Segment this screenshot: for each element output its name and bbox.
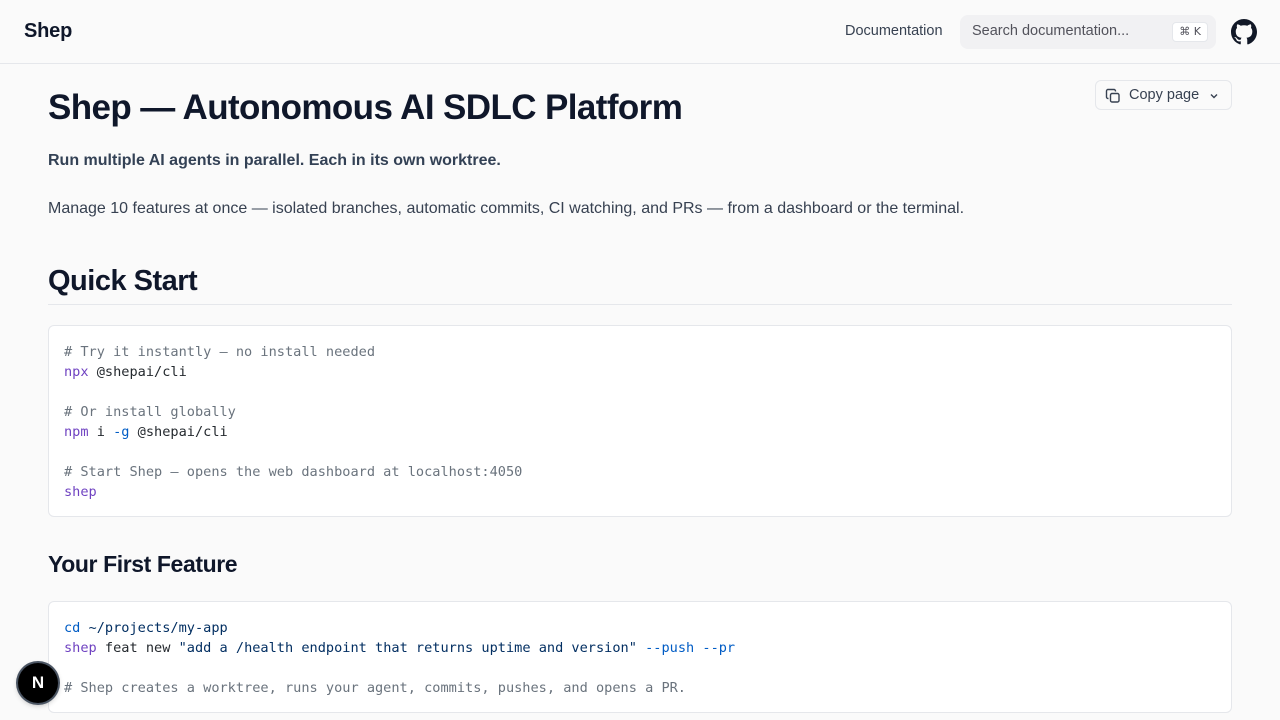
- nav-link-documentation[interactable]: Documentation: [845, 23, 943, 39]
- code-arg: @shepai/cli: [129, 424, 228, 440]
- code-line: cd ~/projects/my-app: [64, 618, 1216, 638]
- code-line: # Or install globally: [64, 402, 1216, 422]
- nextjs-badge-label: N: [31, 673, 45, 692]
- quick-start-heading: Quick Start: [48, 265, 198, 297]
- code-line: npm i -g @shepai/cli: [64, 422, 1216, 442]
- top-header: Shep Documentation Search documentation.…: [0, 0, 1280, 64]
- code-line: shep: [64, 482, 1216, 502]
- github-icon[interactable]: [1231, 19, 1257, 45]
- code-string: "add a /health endpoint that returns upt…: [178, 640, 637, 656]
- code-command: cd: [64, 620, 81, 636]
- heading-divider: [48, 304, 1232, 305]
- code-arg: @shepai/cli: [88, 364, 187, 380]
- code-arg: i: [88, 424, 114, 440]
- code-comment: # Or install globally: [64, 404, 236, 420]
- search-placeholder: Search documentation...: [972, 23, 1130, 39]
- search-input[interactable]: Search documentation... ⌘ K: [960, 15, 1216, 49]
- code-comment: # Try it instantly — no install needed: [64, 344, 375, 360]
- copy-icon: [1105, 88, 1120, 103]
- first-feature-heading: Your First Feature: [48, 551, 238, 577]
- code-comment: # Start Shep — opens the web dashboard a…: [64, 464, 523, 480]
- copy-page-label: Copy page: [1129, 87, 1200, 103]
- brand-logo[interactable]: Shep: [24, 20, 72, 43]
- page-lead: Run multiple AI agents in parallel. Each…: [48, 152, 501, 169]
- code-line: # Try it instantly — no install needed: [64, 342, 1216, 362]
- first-feature-code-block[interactable]: cd ~/projects/my-app shep feat new "add …: [48, 601, 1232, 713]
- code-command: shep: [64, 484, 97, 500]
- code-command: shep: [64, 640, 97, 656]
- code-flag: --push --pr: [636, 640, 736, 656]
- code-flag: -g: [113, 424, 130, 440]
- code-arg: feat new: [96, 640, 179, 656]
- code-command: npx: [64, 364, 89, 380]
- search-shortcut-badge: ⌘ K: [1172, 22, 1208, 42]
- page-title: Shep — Autonomous AI SDLC Platform: [48, 88, 683, 127]
- quick-start-code-block[interactable]: # Try it instantly — no install needed n…: [48, 325, 1232, 517]
- chevron-down-icon: [1210, 94, 1218, 99]
- code-line: # Start Shep — opens the web dashboard a…: [64, 462, 1216, 482]
- code-comment: # Shep creates a worktree, runs your age…: [64, 680, 686, 696]
- code-command: npm: [64, 424, 89, 440]
- code-line: shep feat new "add a /health endpoint th…: [64, 638, 1216, 658]
- nextjs-dev-badge[interactable]: N: [18, 663, 58, 703]
- code-line: npx @shepai/cli: [64, 362, 1216, 382]
- page-description: Manage 10 features at once — isolated br…: [48, 200, 965, 217]
- copy-page-button[interactable]: Copy page: [1095, 80, 1232, 110]
- code-line: # Shep creates a worktree, runs your age…: [64, 678, 1216, 698]
- code-arg: ~/projects/my-app: [80, 620, 228, 636]
